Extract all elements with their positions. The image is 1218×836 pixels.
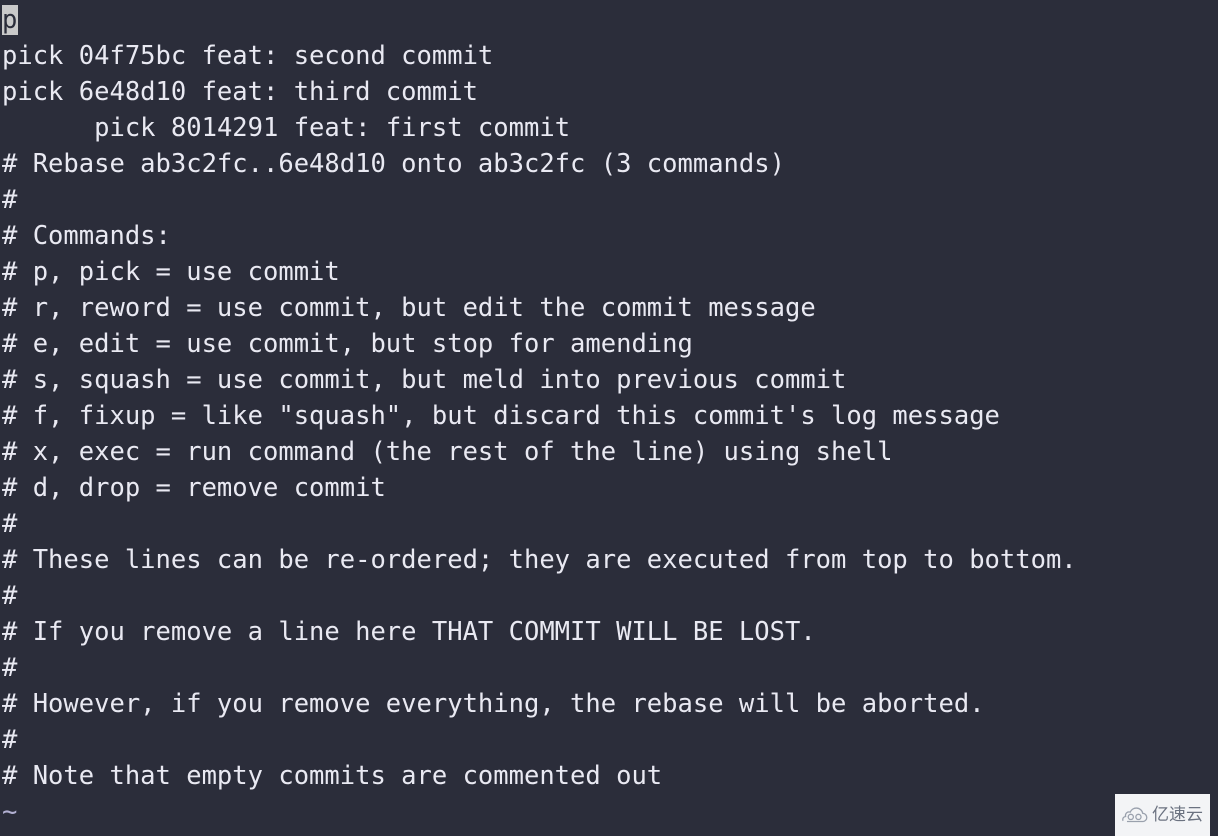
cursor-character: p — [2, 5, 18, 35]
comment-line-14: # If you remove a line here THAT COMMIT … — [2, 617, 816, 647]
comment-line-5: # r, reword = use commit, but edit the c… — [2, 293, 816, 323]
comment-line-9: # x, exec = run command (the rest of the… — [2, 437, 893, 467]
comment-line-1: # Rebase ab3c2fc..6e48d10 onto ab3c2fc (… — [2, 149, 785, 179]
comment-line-16: # However, if you remove everything, the… — [2, 689, 985, 719]
comment-line-6: # e, edit = use commit, but stop for ame… — [2, 329, 693, 359]
comment-line-3: # Commands: — [2, 221, 171, 251]
cloud-icon — [1122, 805, 1148, 825]
comment-line-4: # p, pick = use commit — [2, 257, 340, 287]
comment-line-13: # — [2, 581, 18, 611]
todo-line-1-text: pick 8014291 feat: first commit — [94, 113, 571, 143]
watermark-badge: 亿速云 — [1115, 794, 1210, 836]
comment-line-12: # These lines can be re-ordered; they ar… — [2, 545, 1077, 575]
comment-line-15: # — [2, 653, 18, 683]
terminal-screen[interactable]: p pick 8014291 feat: first commit pick 0… — [0, 0, 1218, 836]
todo-line-2[interactable]: pick 04f75bc feat: second commit — [0, 38, 1218, 74]
editor-buffer[interactable]: p pick 8014291 feat: first commit pick 0… — [0, 0, 1218, 830]
watermark-text: 亿速云 — [1152, 804, 1203, 825]
comment-line-11: # — [2, 509, 18, 539]
filler-tilde-line: ~ — [2, 797, 18, 827]
comment-line-18: # Note that empty commits are commented … — [2, 761, 663, 791]
todo-line-1[interactable]: p pick 8014291 feat: first commit — [0, 2, 1218, 143]
comment-line-7: # s, squash = use commit, but meld into … — [2, 365, 847, 395]
comment-line-10: # d, drop = remove commit — [2, 473, 386, 503]
comment-line-2: # — [2, 185, 18, 215]
comment-line-8: # f, fixup = like "squash", but discard … — [2, 401, 1000, 431]
todo-line-3[interactable]: pick 6e48d10 feat: third commit — [0, 74, 1218, 110]
comment-line-17: # — [2, 725, 18, 755]
